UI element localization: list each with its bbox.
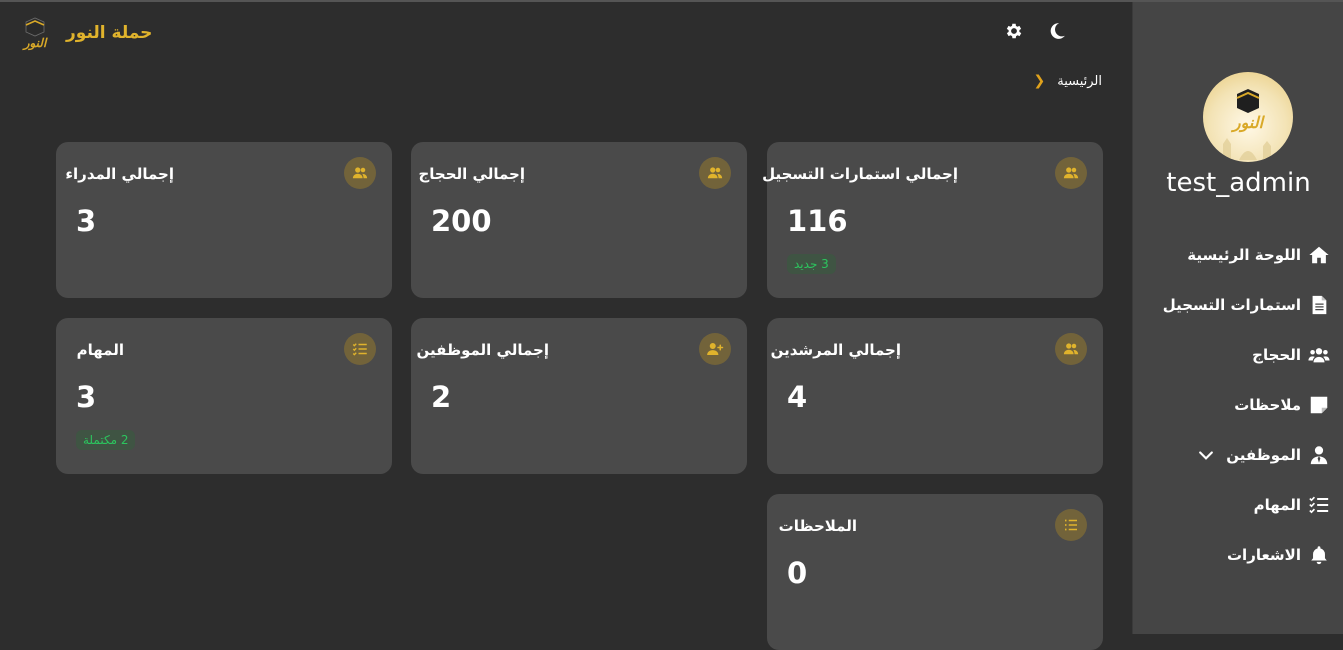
sidebar-item-label: استمارات التسجيل bbox=[1162, 296, 1301, 314]
card-value: 3 bbox=[76, 380, 97, 414]
sidebar-item-notifications[interactable]: الاشعارات bbox=[1132, 530, 1343, 580]
card-value: 200 bbox=[431, 204, 492, 238]
sidebar: النور test_admin اللوحة الرئيسية استمارا… bbox=[1132, 2, 1343, 634]
users-icon bbox=[1055, 157, 1087, 189]
chevron-down-icon[interactable] bbox=[1196, 445, 1216, 465]
gear-icon bbox=[1006, 23, 1022, 39]
list-icon bbox=[1055, 509, 1087, 541]
breadcrumb: الرئيسية ❮ bbox=[1033, 73, 1102, 89]
sidebar-nav: اللوحة الرئيسية استمارات التسجيل الحجاج … bbox=[1132, 230, 1343, 580]
sidebar-item-label: الاشعارات bbox=[1226, 546, 1301, 564]
sidebar-item-label: الحجاج bbox=[1252, 346, 1301, 364]
users-icon bbox=[1307, 343, 1331, 367]
sticky-note-icon bbox=[1307, 393, 1331, 417]
brand[interactable]: النور حملة النور bbox=[18, 14, 152, 52]
tasks-icon bbox=[1307, 493, 1331, 517]
kaaba-avatar-icon: النور bbox=[1223, 89, 1271, 160]
avatar[interactable]: النور bbox=[1203, 72, 1293, 162]
user-plus-icon bbox=[699, 333, 731, 365]
users-icon bbox=[1055, 333, 1087, 365]
username: test_admin bbox=[1166, 168, 1311, 198]
card-title: المهام bbox=[76, 341, 124, 359]
sidebar-item-pilgrims[interactable]: الحجاج bbox=[1132, 330, 1343, 380]
card-value: 2 bbox=[431, 380, 452, 414]
tasks-icon bbox=[344, 333, 376, 365]
users-icon bbox=[699, 157, 731, 189]
card-value: 3 bbox=[76, 204, 97, 238]
card-value: 0 bbox=[787, 556, 808, 590]
card-total-forms[interactable]: إجمالي استمارات التسجيل 116 3 جديد bbox=[762, 142, 1103, 298]
theme-toggle-button[interactable] bbox=[1047, 21, 1069, 43]
chevron-left-icon: ❮ bbox=[1033, 73, 1046, 89]
sidebar-item-dashboard[interactable]: اللوحة الرئيسية bbox=[1132, 230, 1343, 280]
document-icon bbox=[1307, 293, 1331, 317]
card-title: إجمالي الحجاج bbox=[418, 165, 525, 183]
kaaba-logo-icon: النور bbox=[22, 17, 48, 51]
svg-text:النور: النور bbox=[1230, 113, 1266, 133]
sidebar-item-label: المهام bbox=[1253, 496, 1301, 514]
moon-icon bbox=[1050, 23, 1065, 39]
breadcrumb-home[interactable]: الرئيسية bbox=[1057, 74, 1102, 89]
sidebar-item-label: اللوحة الرئيسية bbox=[1187, 246, 1301, 264]
new-badge: 3 جديد bbox=[787, 254, 836, 274]
card-value: 116 bbox=[787, 204, 848, 238]
card-title: إجمالي المرشدين bbox=[770, 341, 901, 359]
card-total-employees[interactable]: إجمالي الموظفين 2 bbox=[411, 318, 747, 474]
card-total-pilgrims[interactable]: إجمالي الحجاج 200 bbox=[411, 142, 747, 298]
card-notes[interactable]: الملاحظات 0 bbox=[767, 494, 1103, 650]
sidebar-item-label: ملاحظات bbox=[1234, 396, 1301, 414]
card-title: إجمالي استمارات التسجيل bbox=[762, 165, 958, 183]
svg-text:النور: النور bbox=[22, 36, 48, 51]
card-total-guides[interactable]: إجمالي المرشدين 4 bbox=[767, 318, 1103, 474]
user-tie-icon bbox=[1307, 443, 1331, 467]
users-icon bbox=[344, 157, 376, 189]
card-title: إجمالي المدراء bbox=[65, 165, 174, 183]
brand-name: حملة النور bbox=[66, 23, 153, 43]
card-title: إجمالي الموظفين bbox=[416, 341, 549, 359]
settings-button[interactable] bbox=[1004, 21, 1026, 43]
sidebar-item-label: الموظفين bbox=[1226, 446, 1301, 464]
home-icon bbox=[1307, 243, 1331, 267]
card-total-managers[interactable]: إجمالي المدراء 3 bbox=[56, 142, 392, 298]
card-tasks[interactable]: المهام 3 2 مكتملة bbox=[56, 318, 392, 474]
sidebar-item-notes[interactable]: ملاحظات bbox=[1132, 380, 1343, 430]
completed-badge: 2 مكتملة bbox=[76, 430, 136, 450]
sidebar-item-tasks[interactable]: المهام bbox=[1132, 480, 1343, 530]
bell-icon bbox=[1307, 543, 1331, 567]
card-value: 4 bbox=[787, 380, 808, 414]
sidebar-item-employees[interactable]: الموظفين bbox=[1132, 430, 1343, 480]
card-title: الملاحظات bbox=[778, 517, 857, 535]
main-content: النور حملة النور الرئيسية ❮ إجمالي استما… bbox=[0, 2, 1132, 650]
sidebar-item-forms[interactable]: استمارات التسجيل bbox=[1132, 280, 1343, 330]
